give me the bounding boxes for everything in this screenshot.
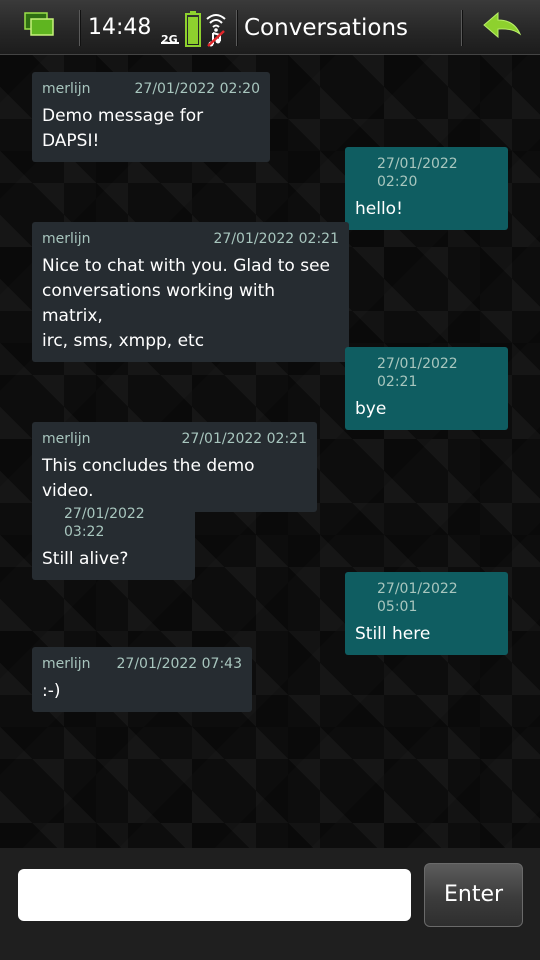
back-arrow-icon — [483, 12, 522, 39]
message-text: :-) — [42, 679, 242, 704]
message-text: bye — [355, 397, 498, 422]
message-line: irc, sms, xmpp, etc — [42, 331, 205, 351]
separator — [236, 10, 237, 46]
clock: 14:48 — [88, 15, 152, 40]
status-bar: 14:48 2G Conversations — [0, 0, 540, 55]
message-line: bye — [355, 399, 387, 419]
battery-icon — [185, 11, 201, 47]
message-line: Still alive? — [42, 549, 129, 569]
message-time: 27/01/2022 02:21 — [377, 356, 458, 390]
message-time: 27/01/2022 02:21 — [213, 231, 340, 247]
message-bubble[interactable]: 27/01/2022 05:01 Still here — [345, 572, 508, 655]
message-sender: merlijn — [42, 81, 91, 97]
separator — [79, 10, 80, 46]
back-button[interactable] — [472, 6, 530, 48]
separator — [461, 10, 462, 46]
message-line: Still here — [355, 624, 431, 644]
message-bubble[interactable]: merlijn 27/01/2022 02:21 Nice to chat wi… — [32, 222, 349, 362]
message-text: hello! — [355, 197, 498, 222]
message-bubble[interactable]: 27/01/2022 03:22 Still alive? — [32, 497, 195, 580]
task-switcher-icon[interactable] — [24, 12, 56, 38]
message-text: Still alive? — [42, 547, 185, 572]
message-sender: merlijn — [42, 656, 91, 672]
message-time: 27/01/2022 07:43 — [116, 656, 243, 672]
wifi-icon — [205, 11, 227, 47]
message-line: :-) — [42, 681, 61, 701]
enter-button[interactable]: Enter — [424, 863, 523, 927]
message-line: conversations working with matrix, — [42, 281, 276, 326]
message-time: 27/01/2022 02:20 — [377, 156, 458, 190]
network-type: 2G — [161, 33, 178, 46]
message-time: 27/01/2022 05:01 — [377, 581, 458, 615]
message-bubble[interactable]: merlijn 27/01/2022 07:43 :-) — [32, 647, 252, 712]
message-text: Nice to chat with you. Glad to see conve… — [42, 254, 339, 354]
message-bubble[interactable]: 27/01/2022 02:20 hello! — [345, 147, 508, 230]
message-time: 27/01/2022 02:21 — [181, 431, 308, 447]
message-line: Nice to chat with you. Glad to see — [42, 256, 330, 276]
message-time: 27/01/2022 02:20 — [134, 81, 261, 97]
conversation-view[interactable]: merlijn 27/01/2022 02:20 Demo message fo… — [0, 55, 540, 848]
message-bubble[interactable]: merlijn 27/01/2022 02:20 Demo message fo… — [32, 72, 270, 162]
message-sender: merlijn — [42, 231, 91, 247]
message-line: Demo message for DAPSI! — [42, 106, 204, 151]
message-time: 27/01/2022 03:22 — [64, 506, 145, 540]
message-text: Still here — [355, 622, 498, 647]
message-text: Demo message for DAPSI! — [42, 104, 260, 154]
message-bubble[interactable]: 27/01/2022 02:21 bye — [345, 347, 508, 430]
message-sender: merlijn — [42, 431, 91, 447]
page-title: Conversations — [244, 15, 409, 41]
message-input[interactable] — [18, 869, 411, 921]
message-line: hello! — [355, 199, 403, 219]
composer-bar: Enter — [0, 848, 540, 960]
